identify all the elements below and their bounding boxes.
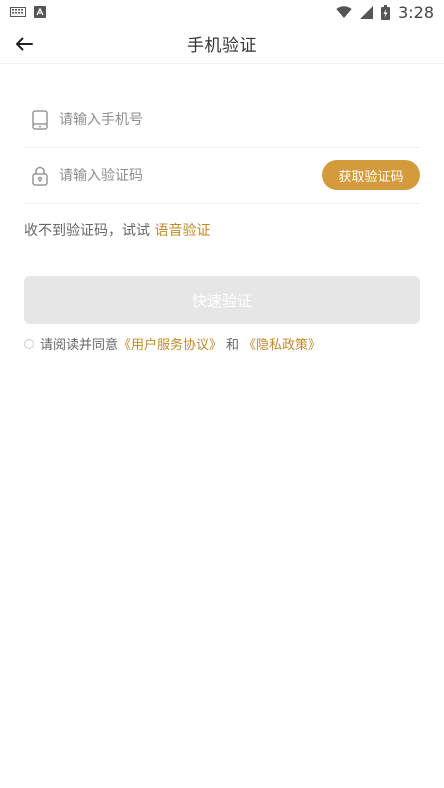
wifi-icon	[336, 5, 352, 19]
agree-checkbox[interactable]	[24, 338, 34, 349]
voice-verify-hint: 收不到验证码，试试 语音验证	[24, 220, 210, 240]
agreement-and: 和	[226, 338, 240, 353]
login-form: 获取验证码	[24, 92, 420, 204]
status-bar: 3:28	[0, 0, 444, 24]
keyboard-icon	[10, 7, 26, 17]
phone-input[interactable]	[59, 111, 299, 128]
voice-verify-link[interactable]: 语音验证	[154, 223, 210, 239]
arrow-left-icon	[16, 37, 33, 51]
get-code-button[interactable]: 获取验证码	[322, 160, 420, 190]
autofill-icon	[34, 6, 46, 18]
status-right: 3:28	[336, 3, 434, 22]
header: 手机验证	[0, 24, 444, 64]
code-row: 获取验证码	[24, 148, 420, 204]
agreement-row: 请阅读并同意 《用户服务协议》 和 《隐私政策》	[24, 334, 321, 353]
status-time: 3:28	[398, 2, 434, 22]
phone-icon	[31, 109, 49, 131]
quick-verify-button[interactable]: 快速验证	[24, 276, 420, 324]
hint-text: 收不到验证码，试试	[24, 223, 150, 239]
user-agreement-link[interactable]: 《用户服务协议》	[118, 334, 222, 353]
lock-icon	[31, 165, 49, 187]
phone-row	[24, 92, 420, 148]
back-button[interactable]	[10, 30, 38, 58]
privacy-policy-link[interactable]: 《隐私政策》	[243, 334, 321, 353]
status-left	[10, 6, 46, 18]
battery-icon	[381, 4, 391, 20]
page-title: 手机验证	[187, 36, 257, 56]
verification-code-input[interactable]	[59, 167, 299, 184]
agreement-prefix: 请阅读并同意	[40, 338, 119, 353]
signal-icon	[360, 5, 374, 19]
